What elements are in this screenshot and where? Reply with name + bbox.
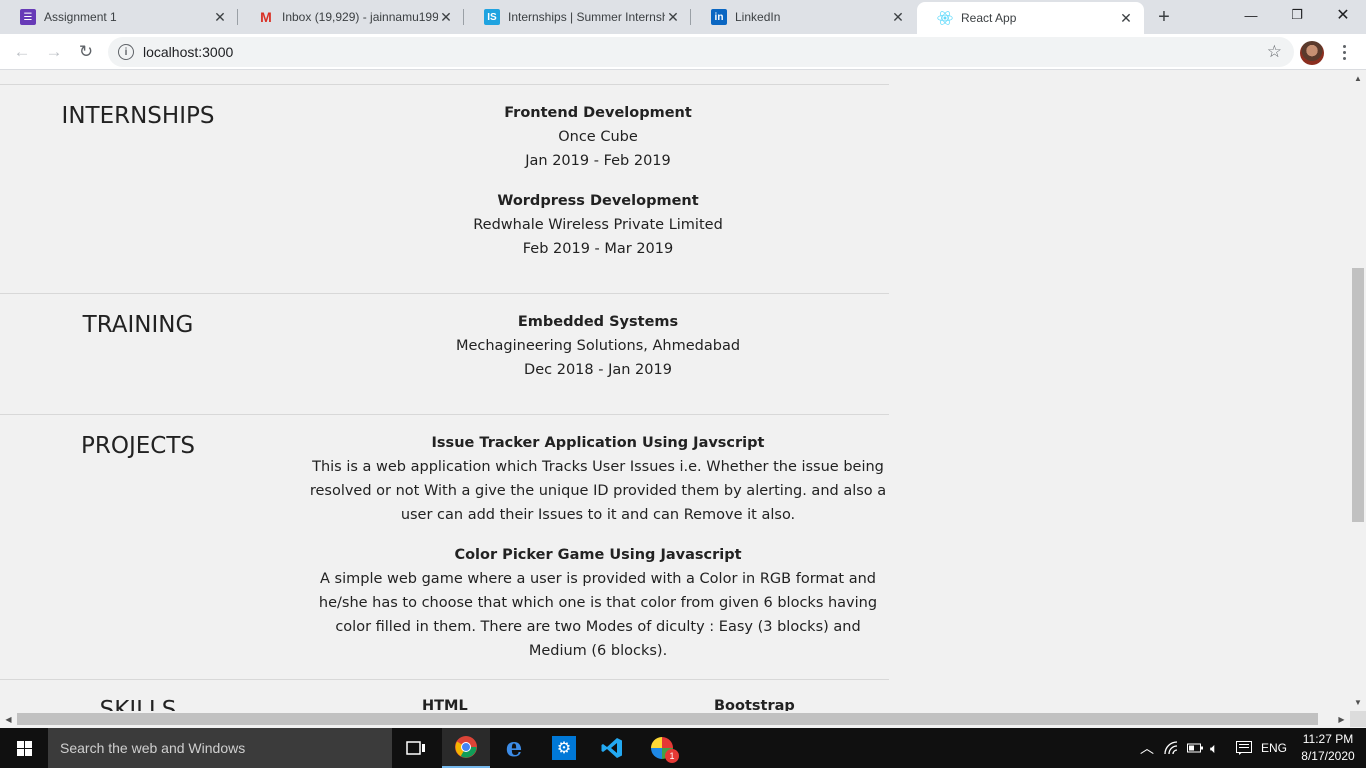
language-indicator[interactable]: ENG: [1261, 728, 1287, 768]
tab-internshala[interactable]: IS Internships | Summer Internshi ✕: [464, 0, 691, 34]
close-icon[interactable]: ✕: [890, 9, 906, 25]
bookmark-star-icon[interactable]: ☆: [1267, 42, 1282, 62]
close-icon[interactable]: ✕: [212, 9, 228, 25]
minimize-button[interactable]: —: [1228, 0, 1274, 30]
browser-menu-button[interactable]: [1336, 40, 1352, 64]
forward-button[interactable]: →: [40, 38, 68, 66]
windows-start-button[interactable]: [0, 728, 48, 768]
tab-assignment[interactable]: ☰ Assignment 1 ✕: [0, 0, 238, 34]
projects-heading: PROJECTS: [81, 433, 195, 459]
taskbar-search-box[interactable]: Search the web and Windows: [48, 728, 392, 768]
entry-title: Issue Tracker Application Using Javscrip…: [431, 435, 765, 451]
reload-button[interactable]: ↻: [72, 38, 100, 66]
vertical-scrollbar[interactable]: ▲ ▼: [1350, 70, 1366, 713]
clock-time: 11:27 PM: [1302, 732, 1354, 746]
clock-date: 8/17/2020: [1301, 749, 1355, 763]
internships-heading: INTERNSHIPS: [61, 103, 215, 129]
internship-entry: Wordpress Development Redwhale Wireless …: [308, 189, 888, 261]
volume-icon[interactable]: 🔈︎: [1210, 728, 1218, 768]
entry-dates: Dec 2018 - Jan 2019: [524, 362, 672, 378]
taskbar-clock[interactable]: 11:27 PM 8/17/2020: [1296, 731, 1360, 765]
chrome-taskbar-icon[interactable]: [442, 728, 490, 768]
tab-title: Internships | Summer Internshi: [508, 10, 665, 24]
battery-icon[interactable]: [1187, 728, 1203, 768]
section-divider: [0, 679, 889, 680]
tab-strip: ☰ Assignment 1 ✕ M Inbox (19,929) - jain…: [0, 0, 1366, 34]
entry-description: This is a web application which Tracks U…: [309, 459, 887, 523]
training-entry: Embedded Systems Mechagineering Solution…: [308, 310, 888, 382]
section-divider: [0, 414, 889, 415]
entry-title: Color Picker Game Using Javascript: [454, 547, 742, 563]
vertical-scroll-thumb[interactable]: [1352, 268, 1364, 522]
training-heading: TRAINING: [82, 312, 194, 338]
entry-org: Once Cube: [558, 129, 638, 145]
action-center-icon[interactable]: [1236, 728, 1252, 768]
browser-toolbar: ← → ↻ i localhost:3000 ☆: [0, 34, 1366, 70]
scroll-left-arrow[interactable]: ◀: [0, 711, 17, 727]
tab-title: Assignment 1: [44, 10, 117, 24]
page-viewport: INTERNSHIPS Frontend Development Once Cu…: [0, 70, 1350, 713]
address-bar[interactable]: i localhost:3000 ☆: [108, 37, 1294, 67]
window-close-button[interactable]: ✕: [1320, 0, 1366, 30]
scroll-up-arrow[interactable]: ▲: [1350, 70, 1366, 87]
close-icon[interactable]: ✕: [438, 9, 454, 25]
horizontal-scrollbar[interactable]: ◀ ▶: [0, 711, 1350, 727]
react-icon: [937, 10, 953, 26]
url-text[interactable]: localhost:3000: [143, 44, 233, 60]
internship-entry: Frontend Development Once Cube Jan 2019 …: [308, 101, 888, 173]
new-tab-button[interactable]: +: [1152, 5, 1176, 29]
entry-title: Embedded Systems: [517, 314, 679, 330]
entry-org: Mechagineering Solutions, Ahmedabad: [455, 338, 741, 354]
tab-gmail[interactable]: M Inbox (19,929) - jainnamu1999 ✕: [238, 0, 464, 34]
scrollbar-corner: [1350, 711, 1366, 727]
project-entry: Color Picker Game Using Javascript A sim…: [308, 543, 888, 663]
horizontal-scroll-thumb[interactable]: [17, 713, 1318, 725]
notification-badge: 1: [665, 749, 679, 763]
entry-org: Redwhale Wireless Private Limited: [473, 217, 723, 233]
tab-title: React App: [961, 11, 1017, 25]
scroll-right-arrow[interactable]: ▶: [1333, 711, 1350, 727]
tab-title: Inbox (19,929) - jainnamu1999: [282, 10, 438, 24]
restore-button[interactable]: ❐: [1274, 0, 1320, 30]
entry-dates: Feb 2019 - Mar 2019: [522, 241, 674, 257]
section-divider: [0, 84, 889, 85]
profile-avatar[interactable]: [1300, 41, 1324, 65]
entry-title: Frontend Development: [504, 105, 692, 121]
task-view-icon[interactable]: [392, 728, 440, 768]
back-button[interactable]: ←: [8, 38, 36, 66]
internshala-icon: IS: [484, 9, 500, 25]
section-divider: [0, 293, 889, 294]
show-hidden-icons[interactable]: ︿: [1140, 728, 1154, 768]
close-icon[interactable]: ✕: [1118, 10, 1134, 26]
tab-react-app[interactable]: React App ✕: [917, 2, 1144, 34]
settings-taskbar-icon[interactable]: ⚙: [540, 728, 588, 768]
close-icon[interactable]: ✕: [665, 9, 681, 25]
entry-description: A simple web game where a user is provid…: [318, 571, 878, 659]
project-entry: Issue Tracker Application Using Javscrip…: [308, 431, 888, 527]
scroll-down-arrow[interactable]: ▼: [1350, 694, 1366, 711]
windows-taskbar: Search the web and Windows e ⚙ 1 ︿ 🔈︎ EN…: [0, 728, 1366, 768]
tab-title: LinkedIn: [735, 10, 781, 24]
gmail-icon: M: [260, 9, 272, 25]
linkedin-icon: in: [711, 9, 727, 25]
entry-dates: Jan 2019 - Feb 2019: [525, 153, 671, 169]
chevron-up-icon[interactable]: ︿: [1140, 738, 1154, 758]
edge-taskbar-icon[interactable]: e: [490, 728, 538, 768]
info-icon[interactable]: i: [118, 44, 134, 60]
app-taskbar-icon[interactable]: 1: [638, 728, 686, 768]
vscode-taskbar-icon[interactable]: [588, 728, 636, 768]
tab-linkedin[interactable]: in LinkedIn ✕: [691, 0, 916, 34]
entry-title: Wordpress Development: [497, 193, 699, 209]
google-forms-icon: ☰: [20, 9, 36, 25]
wifi-icon[interactable]: [1164, 728, 1180, 768]
